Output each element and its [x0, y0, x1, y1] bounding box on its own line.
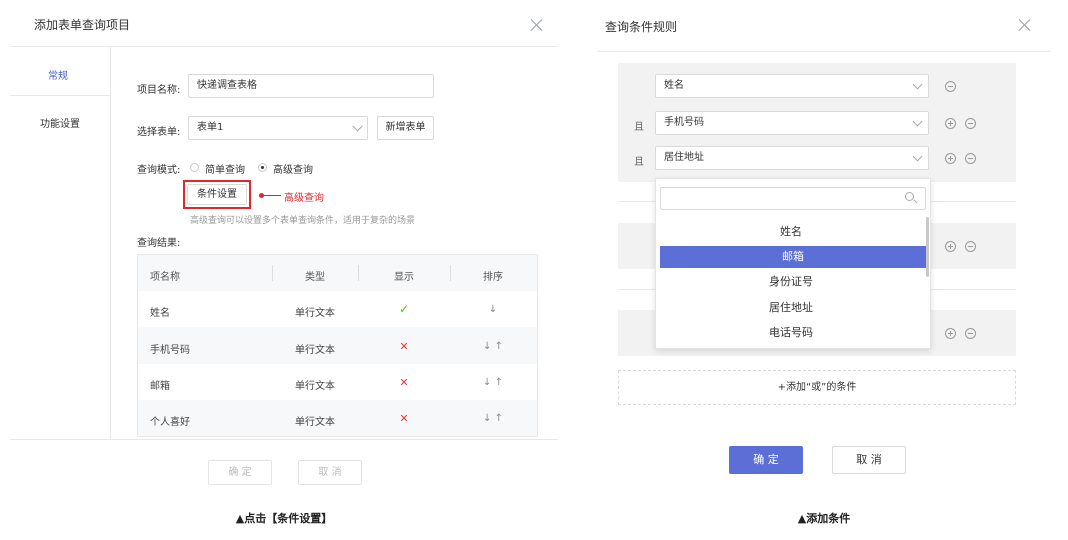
dropdown-option-active[interactable]: 邮箱 — [660, 246, 926, 268]
add-or-condition-button[interactable]: +添加“或”的条件 — [618, 370, 1016, 405]
dialog-title: 添加表单查询项目 — [34, 18, 131, 32]
close-icon[interactable] — [530, 18, 544, 32]
dropdown-scrollbar[interactable] — [926, 217, 929, 277]
dialog-title: 查询条件规则 — [605, 20, 678, 34]
plus-circle-icon[interactable] — [945, 328, 956, 339]
caption-left: ▲点击【条件设置】 — [235, 512, 333, 525]
side-nav-general[interactable]: 常规 — [48, 67, 68, 82]
row-type: 单行文本 — [295, 381, 335, 392]
col-divider — [450, 265, 451, 281]
dropdown-search-input[interactable] — [660, 187, 926, 210]
row-show-check[interactable]: ✓ — [364, 302, 444, 316]
plus-circle-icon[interactable] — [945, 241, 956, 252]
row-name: 个人喜好 — [150, 417, 190, 428]
col-name: 项名称 — [150, 272, 180, 283]
minus-circle-icon[interactable] — [965, 118, 976, 129]
caption-right: ▲添加条件 — [797, 512, 851, 525]
row-sort[interactable]: ↓ — [453, 304, 533, 315]
dropdown-option[interactable]: 电话号码 — [656, 321, 926, 345]
header-divider — [10, 46, 558, 47]
cancel-button[interactable]: 取 消 — [298, 460, 362, 485]
dropdown-option[interactable]: 身份证号 — [656, 270, 926, 294]
row-name: 姓名 — [150, 308, 170, 319]
select-form-label: 选择表单: — [137, 127, 181, 138]
callout-label: 高级查询 — [284, 193, 324, 204]
col-divider — [358, 265, 359, 281]
header-divider — [598, 51, 1050, 52]
row-sort[interactable]: ↓ ↑ — [453, 413, 533, 424]
plus-circle-icon[interactable] — [945, 118, 956, 129]
new-form-button[interactable]: 新增表单 — [377, 116, 434, 140]
radio-simple-label: 简单查询 — [205, 165, 245, 176]
minus-circle-icon[interactable] — [965, 153, 976, 164]
query-mode-label: 查询模式: — [137, 165, 181, 176]
side-nav-features[interactable]: 功能设置 — [40, 115, 80, 130]
condition-value: 姓名 — [664, 80, 684, 91]
footer-divider — [10, 439, 558, 440]
dropdown-option[interactable]: 姓名 — [656, 220, 926, 244]
project-name-input[interactable]: 快递调查表格 — [188, 74, 434, 98]
row-name: 手机号码 — [150, 345, 190, 356]
condition-settings-button[interactable]: 条件设置 — [187, 184, 247, 205]
row-sort[interactable]: ↓ ↑ — [453, 341, 533, 352]
condition-select[interactable]: 手机号码 — [655, 111, 929, 135]
col-divider — [272, 265, 273, 281]
row-sort[interactable]: ↓ ↑ — [453, 377, 533, 388]
condition-value: 手机号码 — [664, 117, 704, 128]
col-show: 显示 — [394, 272, 414, 283]
col-type: 类型 — [305, 272, 325, 283]
ok-button[interactable]: 确 定 — [729, 446, 803, 474]
minus-circle-icon[interactable] — [965, 241, 976, 252]
row-type: 单行文本 — [295, 345, 335, 356]
close-icon[interactable] — [1018, 18, 1032, 32]
row-type: 单行文本 — [295, 417, 335, 428]
row-show-cross[interactable]: ✕ — [364, 412, 444, 425]
and-label: 且 — [634, 122, 644, 133]
minus-circle-icon[interactable] — [965, 328, 976, 339]
ok-button[interactable]: 确 定 — [208, 460, 272, 485]
row-type: 单行文本 — [295, 308, 335, 319]
select-form-value: 表单1 — [197, 122, 224, 133]
condition-value: 居住地址 — [664, 152, 704, 163]
callout-line — [263, 195, 281, 196]
and-label: 且 — [634, 157, 644, 168]
advanced-hint: 高级查询可以设置多个表单查询条件，适用于复杂的场景 — [190, 216, 416, 226]
cancel-button[interactable]: 取 消 — [832, 446, 906, 474]
dropdown-option[interactable]: 居住地址 — [656, 296, 926, 320]
side-nav-divider — [110, 47, 111, 439]
radio-advanced[interactable] — [258, 163, 267, 172]
select-form-dropdown[interactable]: 表单1 — [188, 116, 368, 140]
side-nav-divider-2 — [10, 95, 110, 96]
minus-circle-icon[interactable] — [945, 81, 956, 92]
radio-advanced-label: 高级查询 — [273, 165, 313, 176]
row-show-cross[interactable]: ✕ — [364, 340, 444, 353]
row-show-cross[interactable]: ✕ — [364, 376, 444, 389]
col-sort: 排序 — [483, 272, 503, 283]
row-name: 邮箱 — [150, 381, 170, 392]
plus-circle-icon[interactable] — [945, 153, 956, 164]
radio-simple[interactable] — [190, 163, 199, 172]
query-result-label: 查询结果: — [137, 238, 181, 249]
condition-select[interactable]: 姓名 — [655, 74, 929, 98]
project-name-label: 项目名称: — [137, 85, 181, 96]
condition-select[interactable]: 居住地址 — [655, 146, 929, 170]
